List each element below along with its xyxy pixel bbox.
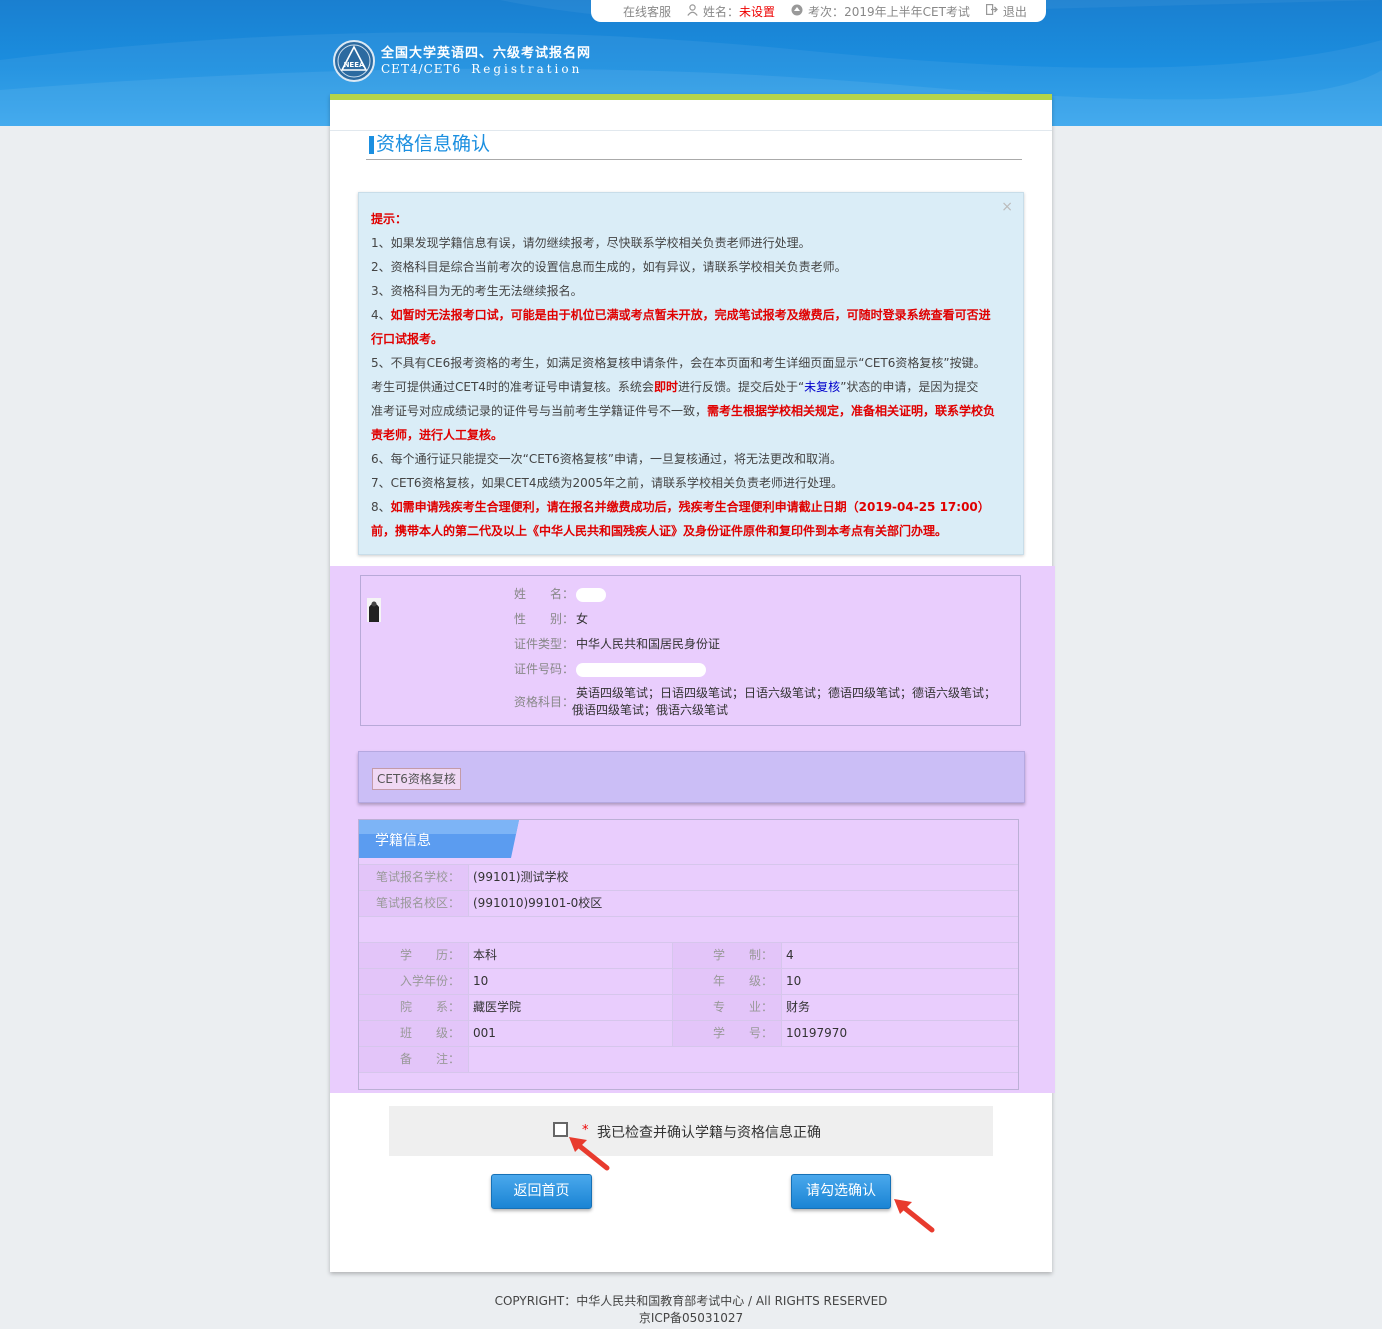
notice-line-4-cont: 行口试报考。 [371, 332, 444, 346]
arrow-pointer-icon [894, 1199, 935, 1233]
table-row-empty [359, 1072, 1018, 1098]
user-name-info: 姓名： 未设置 [687, 3, 775, 20]
confirm-bar: * 我已检查并确认学籍与资格信息正确 [389, 1106, 993, 1171]
confirm-checkbox[interactable] [553, 1122, 568, 1137]
page-title: 资格信息确认 [366, 132, 1022, 160]
notice-line-4: 4、如暂时无法报考口试，可能是由于机位已满或考点暂未开放，完成笔试报考及缴费后，… [371, 308, 991, 322]
table-row: 笔试报名学校： (99101)测试学校 [359, 864, 1018, 890]
tab-student-record: 学籍信息 [359, 820, 519, 860]
online-service-link[interactable]: 在线客服 [623, 3, 671, 20]
redacted-name [576, 587, 606, 602]
confirm-label[interactable]: 我已检查并确认学籍与资格信息正确 [597, 1122, 821, 1142]
logout-link[interactable]: 退出 [985, 3, 1027, 20]
back-home-button[interactable]: 返回首页 [491, 1174, 592, 1209]
confirm-submit-button[interactable]: 请勾选确认 [791, 1174, 891, 1209]
notice-line-5-cont2: 准考证号对应成绩记录的证件号与当前考生学籍证件号不一致，需考生根据学校相关规定，… [371, 404, 996, 418]
arrow-pointer-icon [569, 1137, 610, 1171]
neea-badge-icon: NEEA [333, 40, 375, 82]
notice-line-2: 2、资格科目是综合当前考次的设置信息而生成的，如有异议，请联系学校相关负责老师。 [371, 260, 847, 274]
id-type-field: 证件类型： 中华人民共和国居民身份证 [514, 637, 721, 651]
exam-icon [791, 4, 803, 19]
notice-line-7: 7、CET6资格复核，如果CET4成绩为2005年之前，请联系学校相关负责老师进… [371, 476, 844, 490]
icp-text[interactable]: 京ICP备05031027 [0, 1310, 1382, 1327]
exam-session-info: 考次： 2019年上半年CET考试 [791, 3, 970, 20]
notice-alert: × 提示： 1、如果发现学籍信息有误，请勿继续报考，尽快联系学校相关负责老师进行… [358, 192, 1024, 555]
table-row: 入学年份： 10 年 级： 10 [359, 968, 1018, 994]
table-row: 笔试报名校区： (991010)99101-0校区 [359, 890, 1018, 916]
review-panel: CET6资格复核 [358, 751, 1025, 803]
redacted-id-number [576, 662, 706, 677]
notice-line-5: 5、不具有CE6报考资格的考生，如满足资格复核申请条件，会在本页面和考生详细页面… [371, 356, 986, 370]
logo-title-cn: 全国大学英语四、六级考试报名网 [381, 46, 592, 61]
candidate-info-card: 姓 名： 性 别：女 证件类型： 中华人民共和国居民身份证 证件号码： 资格科目：… [360, 575, 1021, 726]
main-panel: 资格信息确认 × 提示： 1、如果发现学籍信息有误，请勿继续报考，尽快联系学校相… [330, 94, 1055, 1272]
page-footer: COPYRIGHT：中华人民共和国教育部考试中心 / All RIGHTS RE… [0, 1293, 1382, 1327]
gender-field: 性 别：女 [514, 612, 589, 626]
user-icon [687, 3, 698, 19]
info-highlight-area: 姓 名： 性 别：女 证件类型： 中华人民共和国居民身份证 证件号码： 资格科目：… [330, 566, 1055, 1093]
copyright-text: COPYRIGHT：中华人民共和国教育部考试中心 / All RIGHTS RE… [494, 1294, 888, 1308]
logo-title-en: CET4/CET6 Registration [381, 62, 583, 76]
table-row: 备 注： [359, 1046, 1018, 1072]
name-field: 姓 名： [514, 585, 606, 602]
notice-line-1: 1、如果发现学籍信息有误，请勿继续报考，尽快联系学校相关负责老师进行处理。 [371, 236, 811, 250]
id-number-field: 证件号码： [514, 660, 706, 677]
candidate-photo [367, 598, 381, 622]
student-record-table: 学籍信息 笔试报名学校： (99101)测试学校 笔试报名校区： (991010… [358, 819, 1019, 1090]
notice-heading: 提示： [371, 212, 408, 226]
panel-divider [330, 130, 1052, 131]
table-row: 班 级： 001 学 号： 10197970 [359, 1020, 1018, 1046]
notice-line-8-cont: 前，携带本人的第二代及以上《中华人民共和国残疾人证》及身份证件原件和复印件到本考… [371, 524, 948, 538]
cet6-review-button[interactable]: CET6资格复核 [372, 768, 461, 790]
table-row: 学 历： 本科 学 制： 4 [359, 942, 1018, 968]
notice-line-5-cont3: 责老师，进行人工复核。 [371, 428, 504, 442]
site-logo[interactable]: NEEA 全国大学英语四、六级考试报名网 CET4/CET6 Registrati… [333, 40, 591, 82]
svg-text:NEEA: NEEA [344, 61, 365, 69]
close-icon[interactable]: × [1001, 199, 1013, 215]
logout-icon [985, 4, 998, 18]
top-user-bar: 在线客服 姓名： 未设置 考次： 2019年上半年CET考试 退出 [591, 0, 1046, 22]
table-row: 院 系： 藏医学院 专 业： 财务 [359, 994, 1018, 1020]
notice-line-6: 6、每个通行证只能提交一次“CET6资格复核”申请，一旦复核通过，将无法更改和取… [371, 452, 842, 466]
notice-line-8: 8、如需申请残疾考生合理便利，请在报名并缴费成功后，残疾考生合理便利申请截止日期… [371, 500, 990, 514]
notice-line-3: 3、资格科目为无的考生无法继续报名。 [371, 284, 583, 298]
notice-line-5-cont1: 考生可提供通过CET4时的准考证号申请复核。系统会即时进行反馈。提交后处于“未复… [371, 380, 979, 394]
subjects-field: 资格科目： 英语四级笔试；日语四级笔试；日语六级笔试；德语四级笔试；德语六级笔试… [514, 686, 997, 717]
table-row-empty [359, 916, 1018, 942]
